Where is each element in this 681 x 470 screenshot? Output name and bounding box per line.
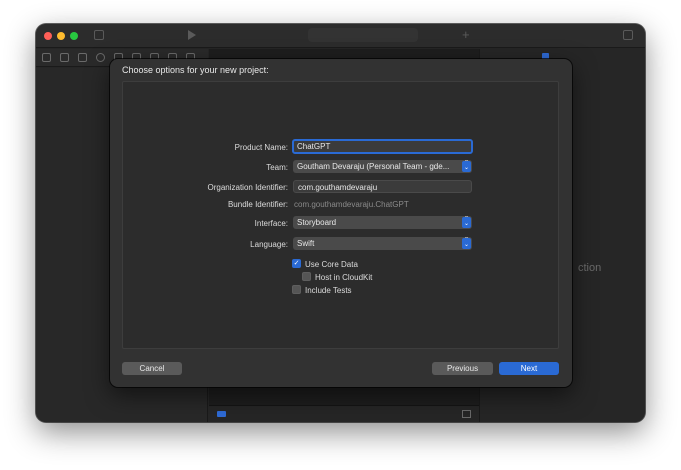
host-in-cloudkit-checkbox[interactable] [302,272,311,281]
minimize-window-button[interactable] [57,32,65,40]
team-value: Goutham Devaraju (Personal Team - gde... [297,162,450,171]
inspector-placeholder: ction [578,262,602,274]
language-popup[interactable]: Swift ⌃ ⌄ [293,237,472,250]
console-toggle-icon[interactable] [462,410,471,418]
debug-toggle-icon[interactable] [217,411,226,417]
use-core-data-checkbox[interactable]: ✓ [292,259,301,268]
bundle-identifier-value: com.gouthamdevaraju.ChatGPT [294,200,409,209]
include-tests-checkbox[interactable] [292,285,301,294]
next-button[interactable]: Next [499,362,559,375]
add-icon[interactable]: + [462,27,470,42]
language-value: Swift [297,239,315,248]
bundle-identifier-label: Bundle Identifier: [227,200,288,209]
organization-identifier-input[interactable]: com.gouthamdevaraju [293,180,472,193]
language-label: Language: [250,240,288,249]
scheme-selector[interactable] [308,28,418,42]
cancel-button[interactable]: Cancel [122,362,182,375]
sheet-title: Choose options for your new project: [122,65,269,75]
previous-button[interactable]: Previous [432,362,493,375]
team-label: Team: [266,163,288,172]
chevron-updown-icon: ⌃ ⌄ [462,216,471,228]
chevron-updown-icon: ⌃ ⌄ [462,237,471,249]
zoom-window-button[interactable] [70,32,78,40]
source-control-icon[interactable] [60,53,69,62]
organization-identifier-label: Organization Identifier: [207,183,289,192]
team-popup[interactable]: Goutham Devaraju (Personal Team - gde...… [293,160,472,173]
run-icon[interactable] [188,30,196,40]
include-tests-label: Include Tests [305,286,352,295]
interface-label: Interface: [254,219,288,228]
interface-value: Storyboard [297,218,337,227]
search-icon[interactable] [96,53,105,62]
product-name-input[interactable]: ChatGPT [292,139,473,154]
use-core-data-label: Use Core Data [305,260,358,269]
folder-icon[interactable] [42,53,51,62]
options-panel: Product Name: ChatGPT Team: Goutham Deva… [122,81,559,349]
interface-popup[interactable]: Storyboard ⌃ ⌄ [293,216,472,229]
chevron-updown-icon: ⌃ ⌄ [462,160,471,172]
title-bar: + [36,24,645,48]
close-window-button[interactable] [44,32,52,40]
product-name-label: Product Name: [234,143,288,152]
sidebar-toggle-icon[interactable] [94,30,104,40]
debug-bar [209,405,479,422]
symbol-icon[interactable] [78,53,87,62]
inspector-toggle-icon[interactable] [623,30,633,40]
new-project-sheet: Choose options for your new project: Pro… [110,59,572,387]
host-in-cloudkit-label: Host in CloudKit [315,273,373,282]
